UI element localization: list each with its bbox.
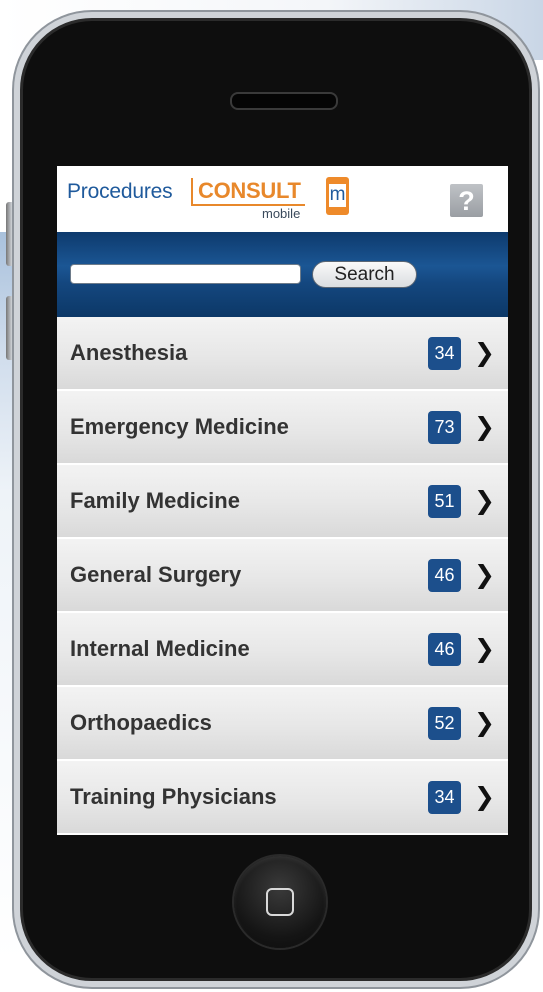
count-badge: 51 — [428, 485, 461, 518]
count-badge: 46 — [428, 559, 461, 592]
chevron-right-icon: ❯ — [474, 709, 495, 737]
logo-m-letter: m — [329, 184, 346, 207]
speaker-grille — [230, 92, 338, 110]
question-icon: ? — [458, 186, 475, 216]
specialty-label: Family Medicine — [70, 488, 240, 513]
specialty-row-emergency-medicine[interactable]: Emergency Medicine 73 ❯ — [57, 391, 508, 465]
chevron-right-icon: ❯ — [474, 487, 495, 515]
specialty-label: Internal Medicine — [70, 636, 250, 661]
specialty-label: Emergency Medicine — [70, 414, 289, 439]
count-badge: 46 — [428, 633, 461, 666]
home-square-icon — [266, 888, 294, 916]
app-screen: Procedures CONSULT mobile m ? Search Ane… — [57, 166, 508, 835]
home-button[interactable] — [234, 856, 326, 948]
count-badge: 34 — [428, 337, 461, 370]
logo-mobile-text: mobile — [262, 206, 301, 221]
chevron-right-icon: ❯ — [474, 339, 495, 367]
specialty-row-training-physicians[interactable]: Training Physicians 34 ❯ — [57, 761, 508, 835]
chevron-right-icon: ❯ — [474, 635, 495, 663]
logo-procedures-text: Procedures — [67, 180, 173, 203]
chevron-right-icon: ❯ — [474, 413, 495, 441]
specialty-list: Anesthesia 34 ❯ Emergency Medicine 73 ❯ … — [57, 317, 508, 835]
specialty-label: Training Physicians — [70, 784, 277, 809]
phone-logo-icon: m — [326, 177, 349, 215]
specialty-label: Anesthesia — [70, 340, 188, 365]
help-button[interactable]: ? — [450, 184, 483, 217]
search-bar: Search — [57, 232, 508, 317]
count-badge: 34 — [428, 781, 461, 814]
logo-consult-text: CONSULT — [191, 178, 305, 206]
search-button[interactable]: Search — [312, 261, 417, 288]
specialty-row-family-medicine[interactable]: Family Medicine 51 ❯ — [57, 465, 508, 539]
app-header: Procedures CONSULT mobile m ? — [57, 166, 508, 232]
count-badge: 52 — [428, 707, 461, 740]
specialty-label: General Surgery — [70, 562, 242, 587]
specialty-row-orthopaedics[interactable]: Orthopaedics 52 ❯ — [57, 687, 508, 761]
specialty-row-internal-medicine[interactable]: Internal Medicine 46 ❯ — [57, 613, 508, 687]
chevron-right-icon: ❯ — [474, 783, 495, 811]
search-input[interactable] — [70, 264, 301, 284]
chevron-right-icon: ❯ — [474, 561, 495, 589]
specialty-row-general-surgery[interactable]: General Surgery 46 ❯ — [57, 539, 508, 613]
specialty-row-anesthesia[interactable]: Anesthesia 34 ❯ — [57, 317, 508, 391]
count-badge: 73 — [428, 411, 461, 444]
specialty-label: Orthopaedics — [70, 710, 212, 735]
